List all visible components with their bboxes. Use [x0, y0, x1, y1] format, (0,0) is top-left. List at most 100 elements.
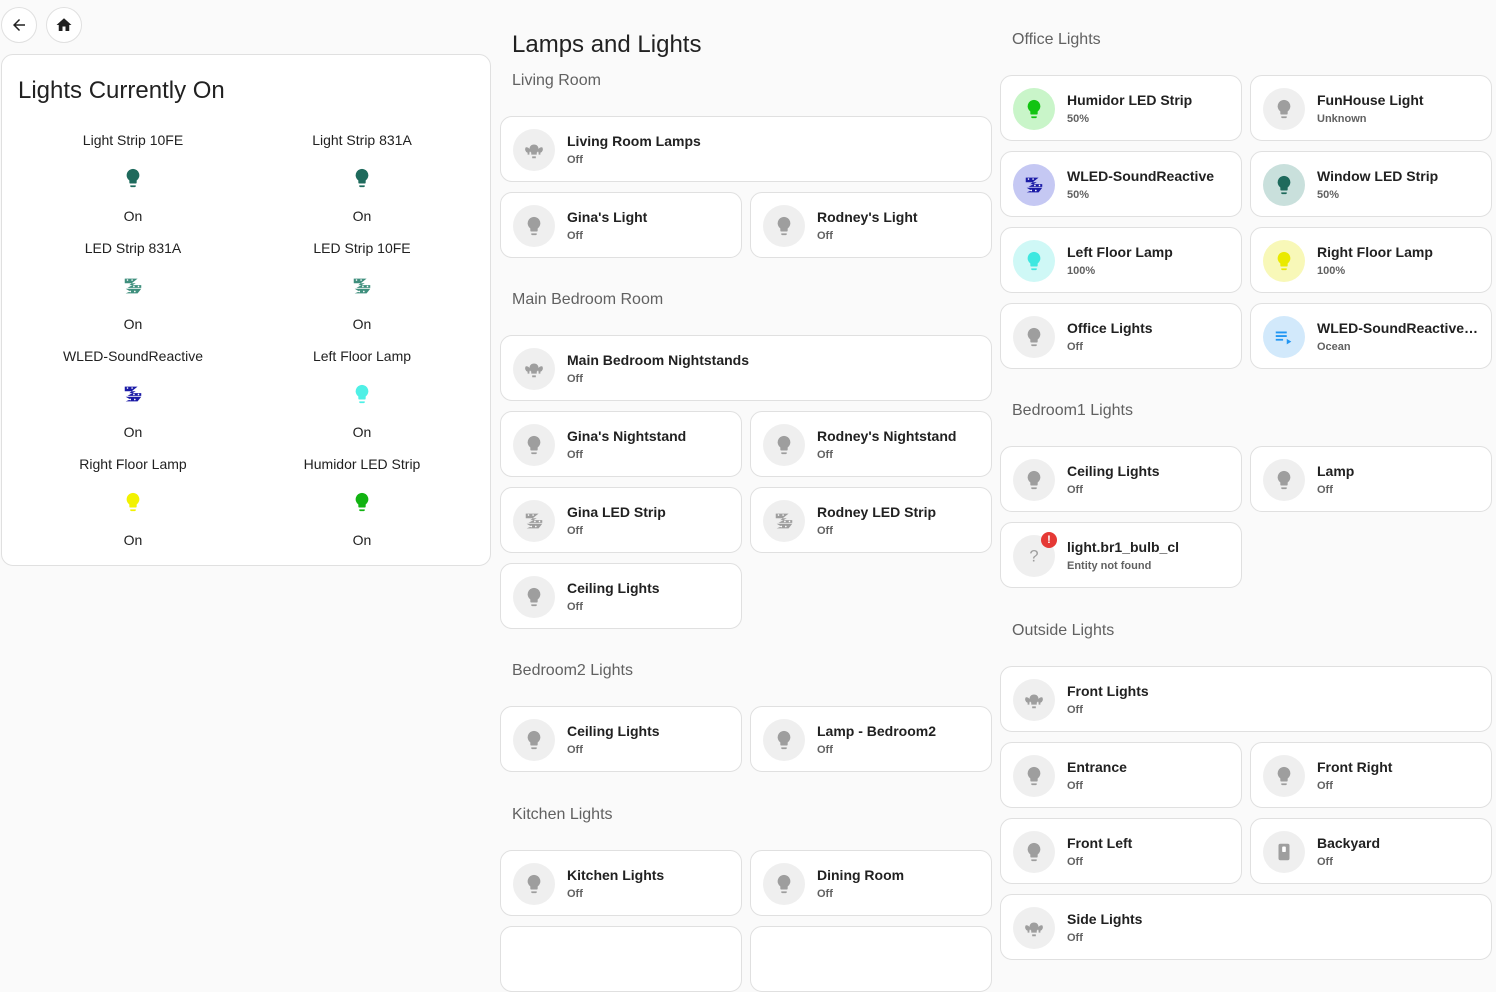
entity-tile[interactable]: Side Lights Off: [1000, 894, 1492, 960]
entity-tile[interactable]: Office Lights Off: [1000, 303, 1242, 369]
entity-tile[interactable]: Front Left Off: [1000, 818, 1242, 884]
entity-tile[interactable]: Left Floor Lamp 100%: [1000, 227, 1242, 293]
card-title: Lights Currently On: [18, 77, 225, 104]
bulb-icon[interactable]: [513, 719, 555, 761]
tile-state: Off: [1317, 780, 1333, 792]
lamps-icon[interactable]: [513, 348, 555, 390]
glance-state: On: [352, 208, 372, 224]
led-strip-icon[interactable]: [513, 500, 555, 542]
switch-icon[interactable]: [1263, 831, 1305, 873]
lamps-icon[interactable]: [1013, 907, 1055, 949]
entity-tile[interactable]: Rodney LED Strip Off: [750, 487, 992, 553]
bulb-icon[interactable]: [513, 205, 555, 247]
section-heading: Bedroom2 Lights: [512, 662, 633, 679]
entity-tile[interactable]: Dining Room Off: [750, 850, 992, 916]
entity-tile[interactable]: Living Room Lamps Off: [500, 116, 992, 182]
entity-tile[interactable]: Ceiling Lights Off: [1000, 446, 1242, 512]
tile-state: Off: [1067, 704, 1083, 716]
entity-tile[interactable]: Kitchen Lights Off: [500, 850, 742, 916]
entity-tile[interactable]: Ceiling Lights Off: [500, 563, 742, 629]
bulb-icon[interactable]: [1013, 459, 1055, 501]
entity-tile[interactable]: Backyard Off: [1250, 818, 1492, 884]
bulb-icon[interactable]: [1013, 88, 1055, 130]
glance-item[interactable]: Humidor LED Strip On: [247, 454, 477, 550]
bulb-icon[interactable]: [1263, 164, 1305, 206]
glance-item[interactable]: LED Strip 10FE On: [247, 238, 477, 334]
bulb-icon[interactable]: [763, 424, 805, 466]
tile-state: Off: [567, 230, 583, 242]
tile-state: Off: [817, 449, 833, 461]
entity-tile[interactable]: Humidor LED Strip 50%: [1000, 75, 1242, 141]
bulb-icon[interactable]: [763, 863, 805, 905]
tile-name: Gina LED Strip: [567, 504, 666, 520]
tile-state: Off: [817, 525, 833, 537]
entity-tile[interactable]: Main Bedroom Nightstands Off: [500, 335, 992, 401]
lamps-icon[interactable]: [513, 129, 555, 171]
entity-tile[interactable]: WLED-SoundReactive P... Ocean: [1250, 303, 1492, 369]
entity-tile[interactable]: Rodney's Nightstand Off: [750, 411, 992, 477]
tile-state: 50%: [1067, 189, 1090, 201]
bulb-icon[interactable]: [1263, 240, 1305, 282]
bulb-icon[interactable]: [1263, 459, 1305, 501]
bulb-icon[interactable]: [763, 719, 805, 761]
tile-name: Entrance: [1067, 759, 1127, 775]
entity-tile[interactable]: Right Floor Lamp 100%: [1250, 227, 1492, 293]
glance-state: On: [123, 532, 143, 548]
led-strip-icon[interactable]: [763, 500, 805, 542]
glance-item[interactable]: LED Strip 831A On: [18, 238, 248, 334]
entity-tile[interactable]: Front Lights Off: [1000, 666, 1492, 732]
bulb-icon: [247, 374, 477, 414]
entity-tile-partial[interactable]: [500, 926, 742, 992]
back-button[interactable]: [1, 7, 37, 43]
glance-name: Right Floor Lamp: [79, 456, 187, 472]
bulb-icon[interactable]: [1013, 831, 1055, 873]
tile-state: 100%: [1067, 265, 1096, 277]
entity-tile[interactable]: Gina LED Strip Off: [500, 487, 742, 553]
tile-state: Off: [817, 888, 833, 900]
entity-tile[interactable]: Gina's Nightstand Off: [500, 411, 742, 477]
bulb-icon[interactable]: [513, 863, 555, 905]
tile-state: Off: [817, 230, 833, 242]
entity-tile[interactable]: Ceiling Lights Off: [500, 706, 742, 772]
lamps-icon[interactable]: [1013, 679, 1055, 721]
tile-state: Off: [567, 449, 583, 461]
entity-tile[interactable]: FunHouse Light Unknown: [1250, 75, 1492, 141]
led-strip-icon[interactable]: [1013, 164, 1055, 206]
glance-item[interactable]: WLED-SoundReactive On: [18, 346, 248, 442]
bulb-icon[interactable]: [513, 424, 555, 466]
bulb-icon[interactable]: [1263, 755, 1305, 797]
bulb-icon[interactable]: [1013, 240, 1055, 282]
bulb-icon[interactable]: [1013, 316, 1055, 358]
bulb-icon[interactable]: [1013, 755, 1055, 797]
entity-tile[interactable]: Gina's Light Off: [500, 192, 742, 258]
entity-tile[interactable]: Lamp - Bedroom2 Off: [750, 706, 992, 772]
bulb-icon[interactable]: [513, 576, 555, 618]
tile-state: Off: [567, 601, 583, 613]
entity-tile[interactable]: Window LED Strip 50%: [1250, 151, 1492, 217]
tile-name: Ceiling Lights: [567, 580, 660, 596]
section-heading: Main Bedroom Room: [512, 291, 664, 308]
glance-name: LED Strip 831A: [84, 240, 182, 256]
tile-name: light.br1_bulb_cl: [1067, 539, 1180, 555]
tile-name: Backyard: [1317, 835, 1381, 851]
tile-state: Ocean: [1317, 341, 1351, 353]
tile-state: 100%: [1317, 265, 1346, 277]
bulb-icon[interactable]: [1263, 88, 1305, 130]
home-button[interactable]: [46, 7, 82, 43]
bulb-icon[interactable]: [763, 205, 805, 247]
entity-tile[interactable]: WLED-SoundReactive 50%: [1000, 151, 1242, 217]
playlist-icon[interactable]: [1263, 316, 1305, 358]
entity-tile-partial[interactable]: [750, 926, 992, 992]
glance-item[interactable]: Right Floor Lamp On: [18, 454, 248, 550]
svg-text:?: ?: [1029, 548, 1038, 566]
glance-item[interactable]: Light Strip 10FE On: [18, 130, 248, 226]
tile-name: Right Floor Lamp: [1317, 244, 1433, 260]
entity-tile[interactable]: Front Right Off: [1250, 742, 1492, 808]
entity-tile[interactable]: Lamp Off: [1250, 446, 1492, 512]
entity-tile[interactable]: ?! light.br1_bulb_cl Entity not found: [1000, 522, 1242, 588]
glance-item[interactable]: Light Strip 831A On: [247, 130, 477, 226]
entity-tile[interactable]: Rodney's Light Off: [750, 192, 992, 258]
glance-item[interactable]: Left Floor Lamp On: [247, 346, 477, 442]
tile-state: Off: [1067, 341, 1083, 353]
entity-tile[interactable]: Entrance Off: [1000, 742, 1242, 808]
